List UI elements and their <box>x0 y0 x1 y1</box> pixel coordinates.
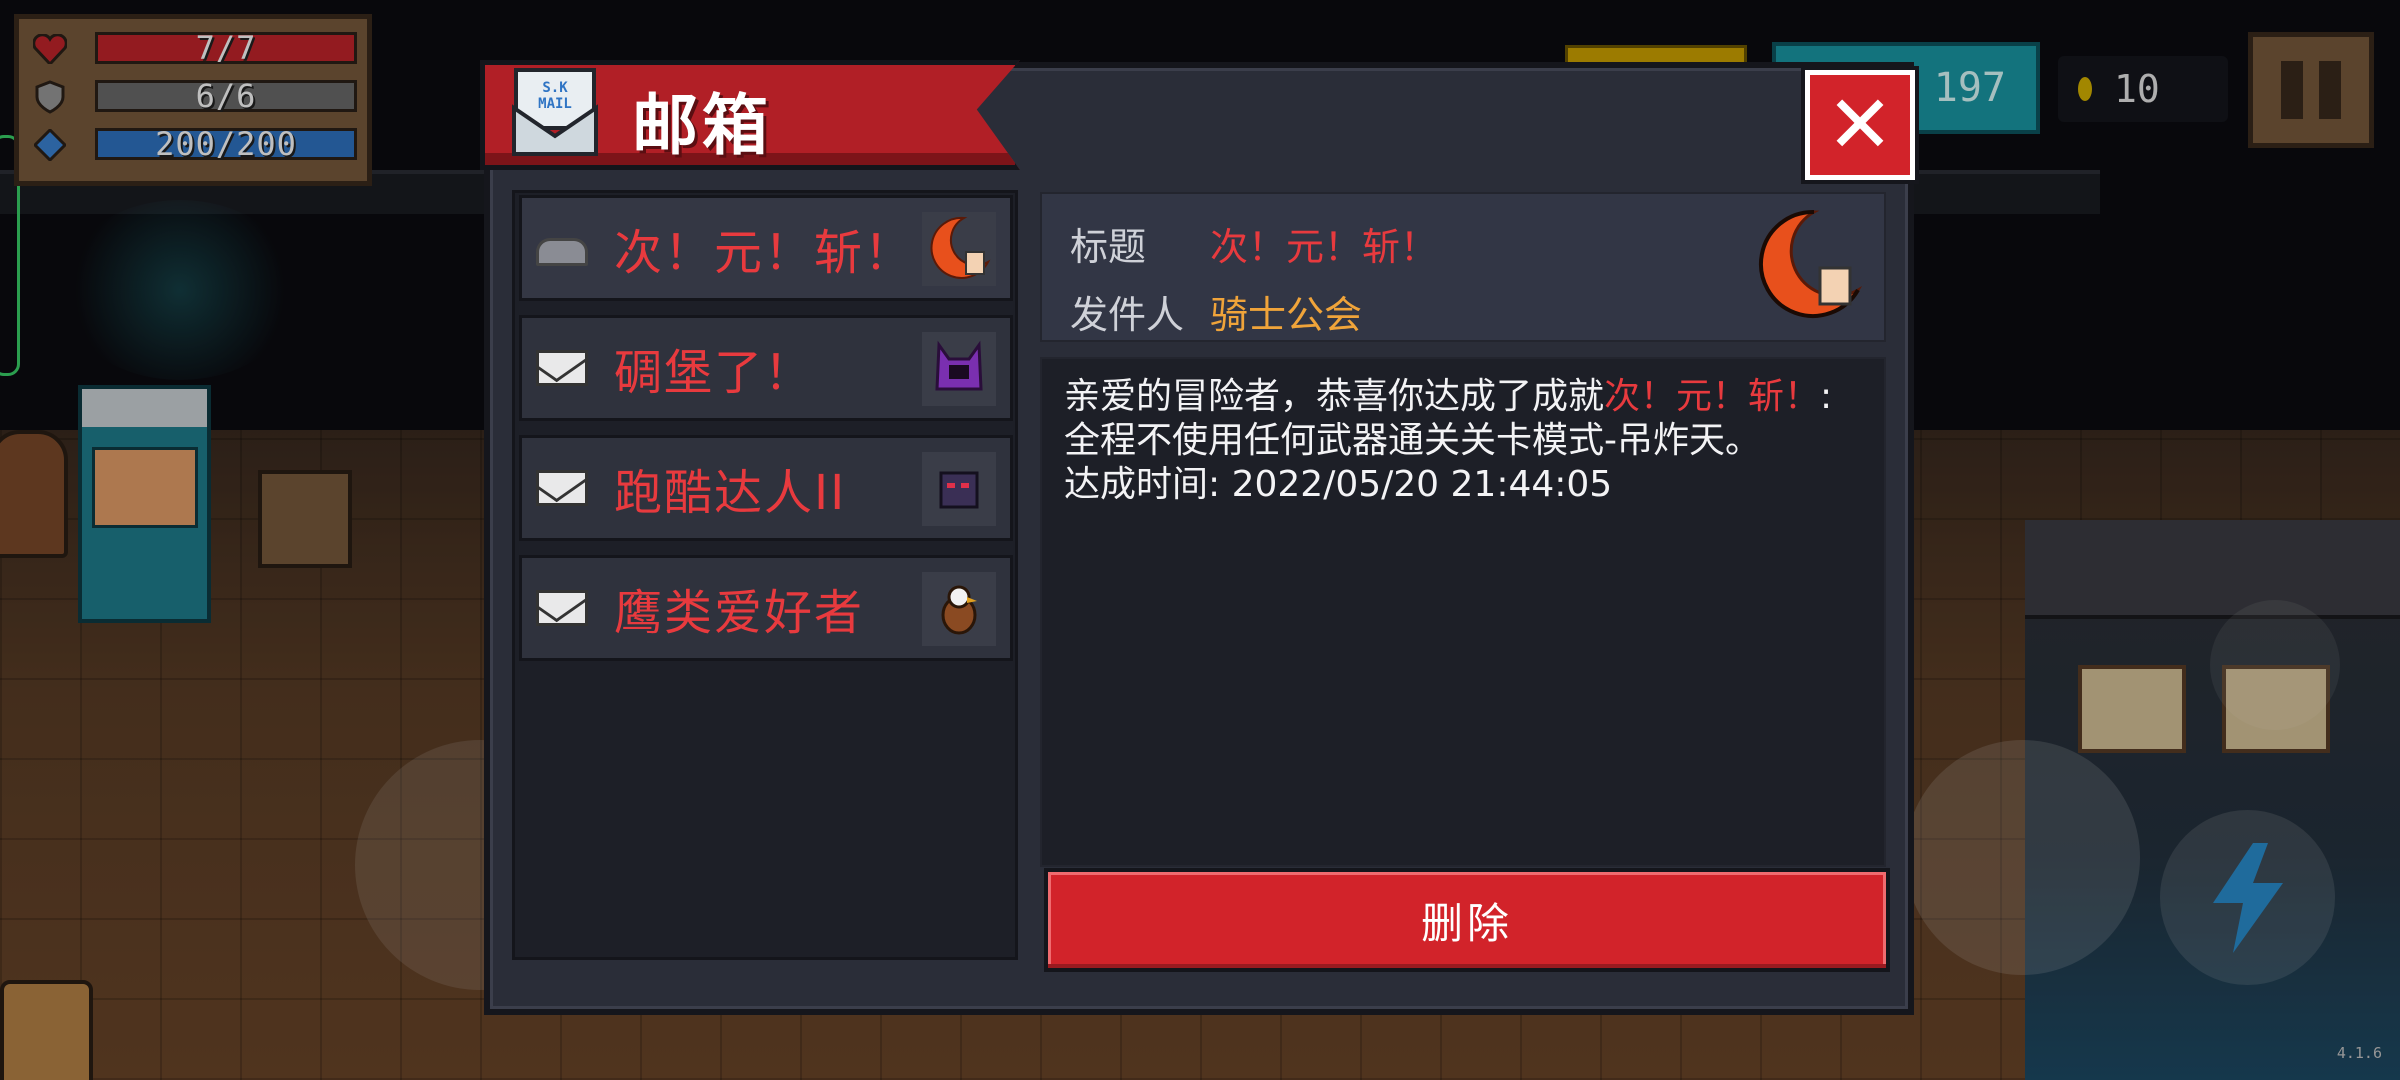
unread-mail-icon <box>536 350 588 386</box>
subject-value: 次！元！斩！ <box>1210 225 1439 269</box>
purple-demon-icon <box>922 332 996 406</box>
mail-item-diaobaole[interactable]: 碉堡了！ <box>519 315 1013 421</box>
mail-item-label: 碉堡了！ <box>614 345 815 401</box>
body-text: 亲爱的冒险者，恭喜你达成了成就 <box>1064 376 1605 417</box>
mail-item-label: 跑酷达人II <box>614 465 847 521</box>
svg-text:MAIL: MAIL <box>538 96 572 112</box>
sender-label: 发件人 <box>1070 293 1185 337</box>
close-icon: ✕ <box>1826 78 1894 171</box>
mail-item-paokudaren[interactable]: 跑酷达人II <box>519 435 1013 541</box>
mail-item-label: 次！元！斩！ <box>614 225 915 281</box>
mail-detail-header: 标题 次！元！斩！ 发件人 骑士公会 <box>1040 192 1886 342</box>
delete-button[interactable]: 删除 <box>1044 868 1890 972</box>
unread-mail-icon <box>536 470 588 506</box>
mail-item-ciyuanzhan[interactable]: 次！元！斩！ <box>519 195 1013 301</box>
mail-item-label: 鹰类爱好者 <box>614 585 865 641</box>
crescent-blade-icon <box>922 212 996 286</box>
close-button[interactable]: ✕ <box>1805 70 1915 180</box>
crescent-blade-icon <box>1754 208 1866 332</box>
unread-mail-icon <box>536 590 588 626</box>
mail-body: 亲爱的冒险者，恭喜你达成了成就次！元！斩！:全程不使用任何武器通关关卡模式-吊炸… <box>1040 357 1886 867</box>
mail-list: 次！元！斩！ 碉堡了！ 跑酷达人II 鹰类爱好者 <box>512 190 1018 960</box>
mail-item-yingleiaihaozhe[interactable]: 鹰类爱好者 <box>519 555 1013 661</box>
mail-envelope-icon: S.K MAIL <box>510 64 600 158</box>
sender-value: 骑士公会 <box>1210 293 1363 337</box>
opened-mail-icon <box>536 238 588 266</box>
subject-label: 标题 <box>1070 225 1147 269</box>
eagle-icon <box>922 572 996 646</box>
mailbox-title: 邮箱 <box>632 87 772 164</box>
shadow-ninja-icon <box>922 452 996 526</box>
achievement-name: 次！元！斩！ <box>1604 376 1821 417</box>
achievement-time: 达成时间: 2022/05/20 21:44:05 <box>1064 464 1613 505</box>
mail-stamp-text: S.K <box>542 80 568 96</box>
delete-label: 删除 <box>1420 898 1513 948</box>
